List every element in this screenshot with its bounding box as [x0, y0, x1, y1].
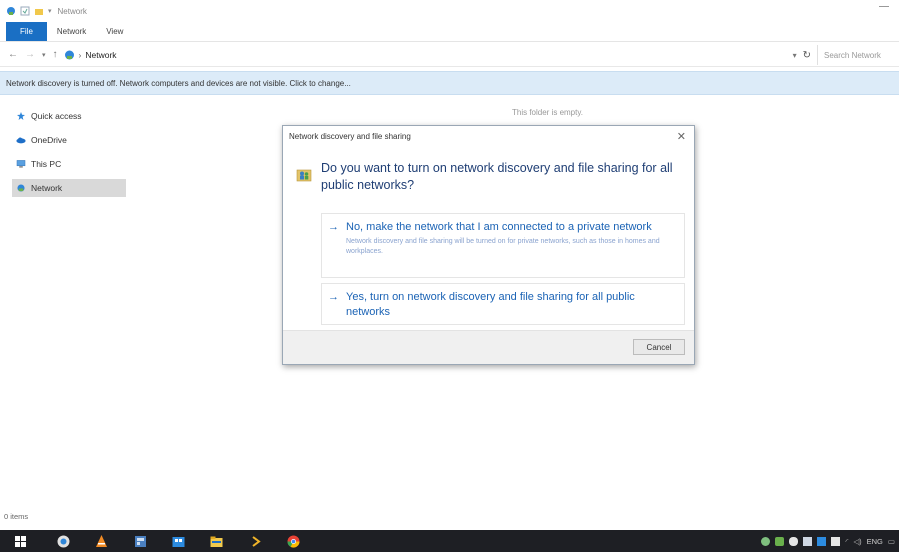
breadcrumb[interactable]: › Network	[64, 50, 117, 60]
up-arrow-icon[interactable]: ↑	[53, 49, 58, 60]
minimize-button[interactable]	[879, 6, 889, 7]
wifi-tray-icon[interactable]: ◜	[845, 537, 848, 546]
ribbon-tabs: File Network View	[0, 22, 899, 42]
volume-tray-icon[interactable]: ◁)	[853, 537, 861, 546]
network-sharing-icon	[296, 169, 312, 182]
computer-icon	[16, 160, 26, 168]
option-private-label: No, make the network that I am connected…	[346, 221, 652, 233]
option-private-description: Network discovery and file sharing will …	[346, 238, 660, 255]
dialog-footer: Cancel	[283, 330, 694, 364]
star-icon	[17, 112, 25, 120]
app-tray-icon[interactable]	[817, 536, 827, 546]
tab-network[interactable]: Network	[47, 22, 96, 41]
new-folder-icon[interactable]	[34, 6, 44, 16]
recent-dropdown-icon[interactable]: ▾	[42, 51, 46, 59]
sidebar-item-onedrive[interactable]: OneDrive	[12, 131, 126, 149]
empty-folder-message: This folder is empty.	[512, 108, 583, 117]
close-icon[interactable]: ✕	[677, 130, 686, 143]
sidebar-item-label: This PC	[31, 159, 62, 169]
status-item-count: 0 items	[4, 512, 29, 521]
address-controls: ▾ ↻ Search Network	[793, 45, 899, 65]
option-public-label: Yes, turn on network discovery and file …	[346, 291, 635, 318]
vlc-icon[interactable]	[95, 535, 108, 548]
arrow-right-icon: →	[328, 291, 339, 303]
powershell-icon[interactable]	[250, 535, 263, 548]
network-tray-icon[interactable]	[761, 536, 771, 546]
refresh-icon[interactable]: ↻	[803, 50, 811, 61]
app-window-icon[interactable]	[134, 535, 147, 548]
arrow-right-icon: →	[328, 221, 339, 233]
network-icon	[17, 184, 25, 192]
file-explorer-icon[interactable]	[210, 535, 223, 548]
cloud-icon	[16, 137, 26, 144]
forward-arrow-icon[interactable]: →	[25, 49, 35, 60]
properties-icon[interactable]	[20, 6, 30, 16]
language-indicator[interactable]: ENG	[867, 537, 883, 546]
network-app-icon	[7, 7, 15, 15]
turn-on-public-option[interactable]: → Yes, turn on network discovery and fil…	[321, 283, 685, 325]
cancel-button[interactable]: Cancel	[633, 339, 685, 355]
sidebar-item-network[interactable]: Network	[12, 179, 126, 197]
network-icon	[64, 50, 74, 59]
system-tray: ◜ ◁) ENG ▭	[761, 530, 895, 552]
sidebar-item-quick-access[interactable]: Quick access	[12, 107, 126, 125]
qa-dropdown-icon[interactable]: ▾	[48, 7, 52, 15]
display-tray-icon[interactable]	[831, 536, 841, 546]
search-input[interactable]: Search Network	[817, 45, 899, 65]
battery-tray-icon[interactable]	[803, 536, 813, 546]
back-arrow-icon[interactable]: ←	[8, 49, 18, 60]
title-bar: ▾ Network	[0, 0, 899, 22]
notifications-icon[interactable]: ▭	[888, 537, 895, 546]
store-icon[interactable]	[172, 535, 185, 548]
tab-view[interactable]: View	[96, 22, 133, 41]
dialog-question: Do you want to turn on network discovery…	[321, 161, 673, 192]
security-tray-icon[interactable]	[775, 536, 785, 546]
window-title: Network	[57, 6, 87, 16]
browser-icon[interactable]	[57, 535, 70, 548]
quick-access-toolbar: ▾	[6, 6, 52, 16]
address-bar: ← → ▾ ↑ › Network ▾ ↻ Search Network	[0, 43, 899, 67]
taskbar: ◜ ◁) ENG ▭	[0, 530, 899, 552]
tab-file[interactable]: File	[6, 22, 47, 41]
network-discovery-infobar[interactable]: Network discovery is turned off. Network…	[0, 71, 899, 95]
cloud-tray-icon[interactable]	[789, 536, 799, 546]
breadcrumb-network[interactable]: Network	[85, 50, 116, 60]
chrome-icon[interactable]	[287, 535, 300, 548]
nav-buttons: ← → ▾ ↑	[0, 49, 58, 60]
windows-start-icon[interactable]	[14, 535, 27, 548]
dialog-title: Network discovery and file sharing	[289, 132, 411, 141]
sidebar-item-label: OneDrive	[31, 135, 67, 145]
sidebar-item-this-pc[interactable]: This PC	[12, 155, 126, 173]
sidebar-item-label: Quick access	[31, 111, 82, 121]
network-discovery-dialog: Network discovery and file sharing ✕ Do …	[282, 125, 695, 365]
navigation-pane: Quick access OneDrive This PC Network	[0, 100, 130, 510]
address-dropdown-icon[interactable]: ▾	[793, 51, 797, 60]
make-private-option[interactable]: → No, make the network that I am connect…	[321, 213, 685, 278]
sidebar-item-label: Network	[31, 183, 63, 193]
breadcrumb-separator-icon: ›	[78, 49, 82, 60]
